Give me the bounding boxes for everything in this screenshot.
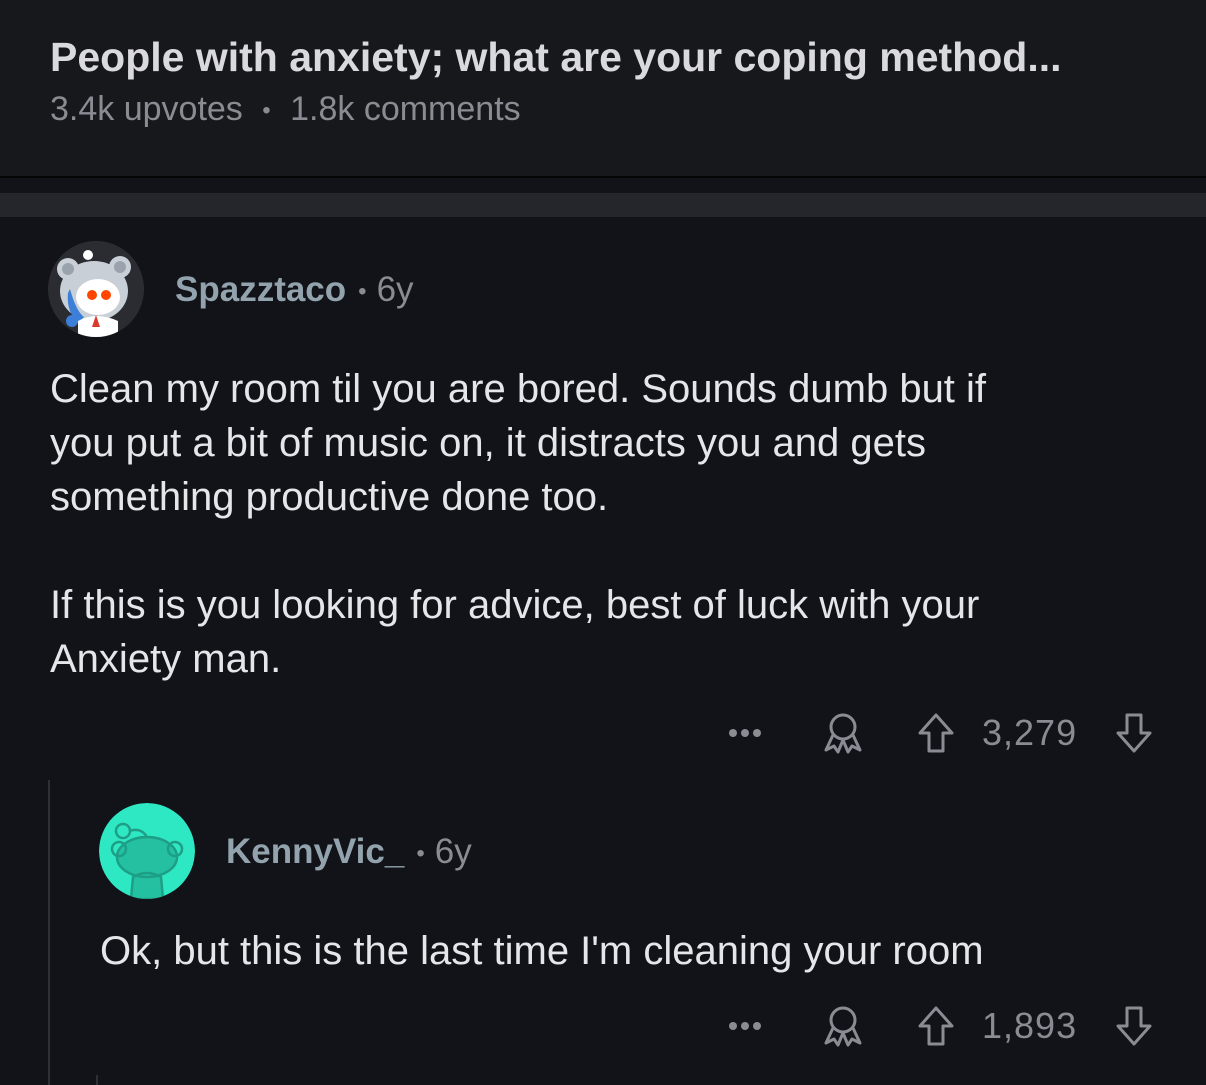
avatar[interactable] (48, 241, 144, 337)
more-options-icon[interactable] (720, 1001, 770, 1051)
post-comments-count: 1.8k comments (290, 90, 521, 128)
post-meta: 3.4k upvotes • 1.8k comments (50, 90, 521, 129)
section-separator (0, 193, 1206, 217)
meta-separator: • (358, 277, 367, 305)
comment-body: Clean my room til you are bored. Sounds … (50, 367, 987, 681)
post-header[interactable]: People with anxiety; what are your copin… (0, 0, 1206, 176)
username[interactable]: Spazztaco (175, 270, 346, 309)
comment-author-line: Spazztaco • 6y (175, 270, 414, 310)
comment-actions: 3,279 (720, 708, 1170, 758)
downvote-arrow-icon[interactable] (1112, 1001, 1156, 1051)
comment-actions: 1,893 (720, 1001, 1170, 1051)
meta-separator: • (416, 839, 425, 867)
award-icon[interactable] (818, 708, 868, 758)
post-title[interactable]: People with anxiety; what are your copin… (50, 34, 1190, 81)
upvote-arrow-icon[interactable] (914, 708, 958, 758)
post-upvotes: 3.4k upvotes (50, 90, 243, 128)
vote-count: 3,279 (982, 712, 1078, 753)
downvote-arrow-icon[interactable] (1112, 708, 1156, 758)
upvote-arrow-icon[interactable] (914, 1001, 958, 1051)
comment-age: 6y (376, 270, 414, 309)
thread-line[interactable] (48, 780, 50, 1085)
more-options-icon[interactable] (720, 708, 770, 758)
vote-count: 1,893 (982, 1005, 1078, 1046)
comment-age: 6y (434, 832, 472, 871)
header-divider (0, 176, 1206, 178)
avatar[interactable] (99, 803, 195, 899)
meta-separator: • (262, 97, 271, 125)
username[interactable]: KennyVic_ (226, 832, 404, 871)
comment-body: Ok, but this is the last time I'm cleani… (100, 929, 984, 973)
award-icon[interactable] (818, 1001, 868, 1051)
thread-line[interactable] (96, 1075, 98, 1085)
comment-author-line: KennyVic_ • 6y (226, 832, 472, 872)
